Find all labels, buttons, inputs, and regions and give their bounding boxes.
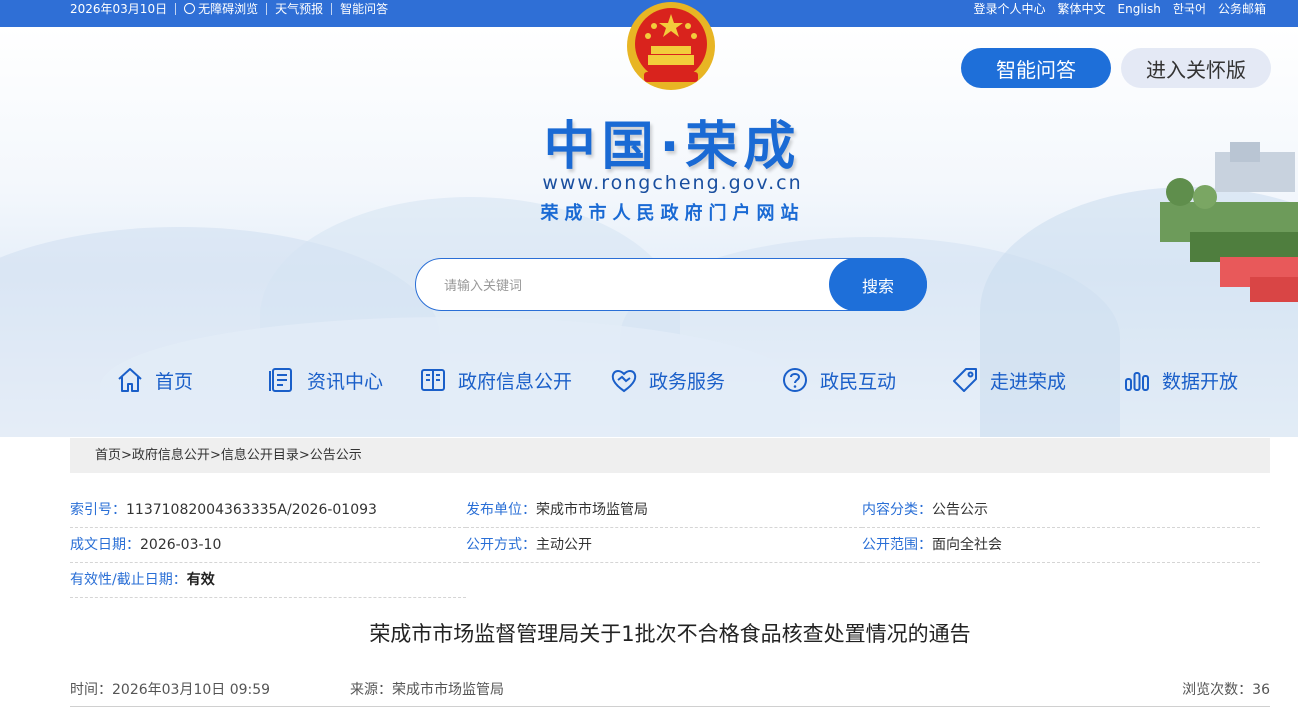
meta-label: 有效性/截止日期： xyxy=(70,572,187,588)
news-icon xyxy=(269,368,292,392)
meta-row: 索引号：11371082004363335A/2026-01093 发布单位：荣… xyxy=(70,493,1260,528)
meta-value: 面向全社会 xyxy=(932,537,1002,553)
meta-row: 成文日期：2026-03-10 公开方式：主动公开 公开范围：面向全社会 xyxy=(70,528,1260,563)
korean-link[interactable]: 한국어 xyxy=(1167,0,1212,18)
meta-value: 主动公开 xyxy=(536,537,592,553)
breadcrumb-catalog[interactable]: 信息公开目录 xyxy=(221,448,299,463)
main-nav: 首页 资讯中心 政府信息公开 政务服务 政民互动 走进荣成 数据开放 xyxy=(100,362,1260,398)
national-emblem-icon xyxy=(627,2,715,90)
article-title: 荣成市市场监督管理局关于1批次不合格食品核查处置情况的通告 xyxy=(369,622,971,646)
nav-item-about[interactable]: 走进荣成 xyxy=(950,362,1066,398)
meta-label: 内容分类： xyxy=(862,502,932,518)
nav-item-services[interactable]: 政务服务 xyxy=(609,362,725,398)
breadcrumb: 首页>政府信息公开>信息公开目录>公告公示 xyxy=(70,438,1270,473)
accessibility-icon xyxy=(184,3,196,14)
question-icon xyxy=(783,368,807,392)
qa-link[interactable]: 智能问答 xyxy=(332,0,396,18)
meta-label: 公开方式： xyxy=(466,537,536,553)
traditional-chinese-link[interactable]: 繁体中文 xyxy=(1052,0,1112,18)
nav-label: 数据开放 xyxy=(1162,370,1239,393)
search-button[interactable]: 搜索 xyxy=(829,258,927,311)
ai-qa-button[interactable]: 智能问答 xyxy=(961,48,1111,88)
chart-icon xyxy=(1125,372,1149,391)
meta-date: 成文日期：2026-03-10 xyxy=(70,528,466,563)
nav-label: 政民互动 xyxy=(820,370,897,393)
nav-item-open-data[interactable]: 数据开放 xyxy=(1122,362,1238,398)
meta-row: 有效性/截止日期：有效 xyxy=(70,563,1260,598)
meta-value: 11371082004363335A/2026-01093 xyxy=(126,502,377,518)
meta-value: 2026-03-10 xyxy=(140,537,222,553)
divider xyxy=(70,706,1270,707)
book-icon xyxy=(421,369,445,391)
meta-scope: 公开范围：面向全社会 xyxy=(862,528,1260,563)
top-bar-left: 2026年03月10日 无障碍浏览 天气预报 智能问答 xyxy=(70,0,396,18)
site-logo-subtitle: 荣成市人民政府门户网站 xyxy=(540,203,805,224)
site-logo-url: www.rongcheng.gov.cn xyxy=(542,172,803,194)
meta-mode: 公开方式：主动公开 xyxy=(466,528,862,563)
search-bar: 搜索 xyxy=(415,258,927,311)
city-scenery-image xyxy=(1160,142,1298,302)
breadcrumb-gov-info[interactable]: 政府信息公开 xyxy=(132,448,210,463)
meta-value: 有效 xyxy=(186,572,215,588)
article-time: 时间：2026年03月10日 09:59 xyxy=(70,682,271,698)
nav-label: 资讯中心 xyxy=(307,370,384,393)
home-icon xyxy=(118,368,142,392)
article-source: 来源：荣成市市场监管局 xyxy=(350,682,504,698)
breadcrumb-separator: > xyxy=(121,448,132,463)
weather-link[interactable]: 天气预报 xyxy=(267,0,331,18)
breadcrumb-separator: > xyxy=(298,448,310,463)
nav-item-home[interactable]: 首页 xyxy=(115,362,193,398)
meta-label: 索引号： xyxy=(70,502,126,518)
breadcrumb-separator: > xyxy=(209,448,221,463)
breadcrumb-notice[interactable]: 公告公示 xyxy=(310,448,362,463)
meta-label: 公开范围： xyxy=(862,537,932,553)
nav-item-interaction[interactable]: 政民互动 xyxy=(780,362,896,398)
meta-validity: 有效性/截止日期：有效 xyxy=(70,563,466,598)
care-version-button[interactable]: 进入关怀版 xyxy=(1121,48,1271,88)
nav-label: 走进荣成 xyxy=(990,370,1067,393)
site-logo-title: 中国·荣成 xyxy=(543,117,802,177)
accessible-label: 无障碍浏览 xyxy=(198,2,259,16)
meta-label: 发布单位： xyxy=(466,502,536,518)
meta-value: 公告公示 xyxy=(932,502,988,518)
article-info: 时间：2026年03月10日 09:59 来源：荣成市市场监管局 浏览次数：36 xyxy=(70,676,1270,702)
login-link[interactable]: 登录个人中心 xyxy=(967,0,1051,18)
tag-icon xyxy=(953,368,977,392)
nav-label: 政府信息公开 xyxy=(458,370,573,393)
nav-item-gov-info[interactable]: 政府信息公开 xyxy=(418,362,572,398)
meta-value: 荣成市市场监管局 xyxy=(536,502,648,518)
top-bar-right: 登录个人中心 繁体中文 English 한국어 公务邮箱 xyxy=(967,0,1272,18)
english-link[interactable]: English xyxy=(1112,0,1167,18)
search-input[interactable] xyxy=(444,273,824,297)
article-views: 浏览次数：36 xyxy=(1182,682,1270,698)
current-date: 2026年03月10日 xyxy=(70,2,168,16)
handshake-icon xyxy=(611,370,637,393)
nav-label: 首页 xyxy=(155,370,194,393)
breadcrumb-home[interactable]: 首页 xyxy=(95,448,121,463)
mail-link[interactable]: 公务邮箱 xyxy=(1212,0,1272,18)
meta-index: 索引号：11371082004363335A/2026-01093 xyxy=(70,493,466,528)
meta-publisher: 发布单位：荣成市市场监管局 xyxy=(466,493,862,528)
meta-category: 内容分类：公告公示 xyxy=(862,493,1260,528)
meta-label: 成文日期： xyxy=(70,537,140,553)
nav-item-news[interactable]: 资讯中心 xyxy=(267,362,383,398)
accessible-link[interactable]: 无障碍浏览 xyxy=(176,0,266,18)
nav-label: 政务服务 xyxy=(649,370,726,393)
